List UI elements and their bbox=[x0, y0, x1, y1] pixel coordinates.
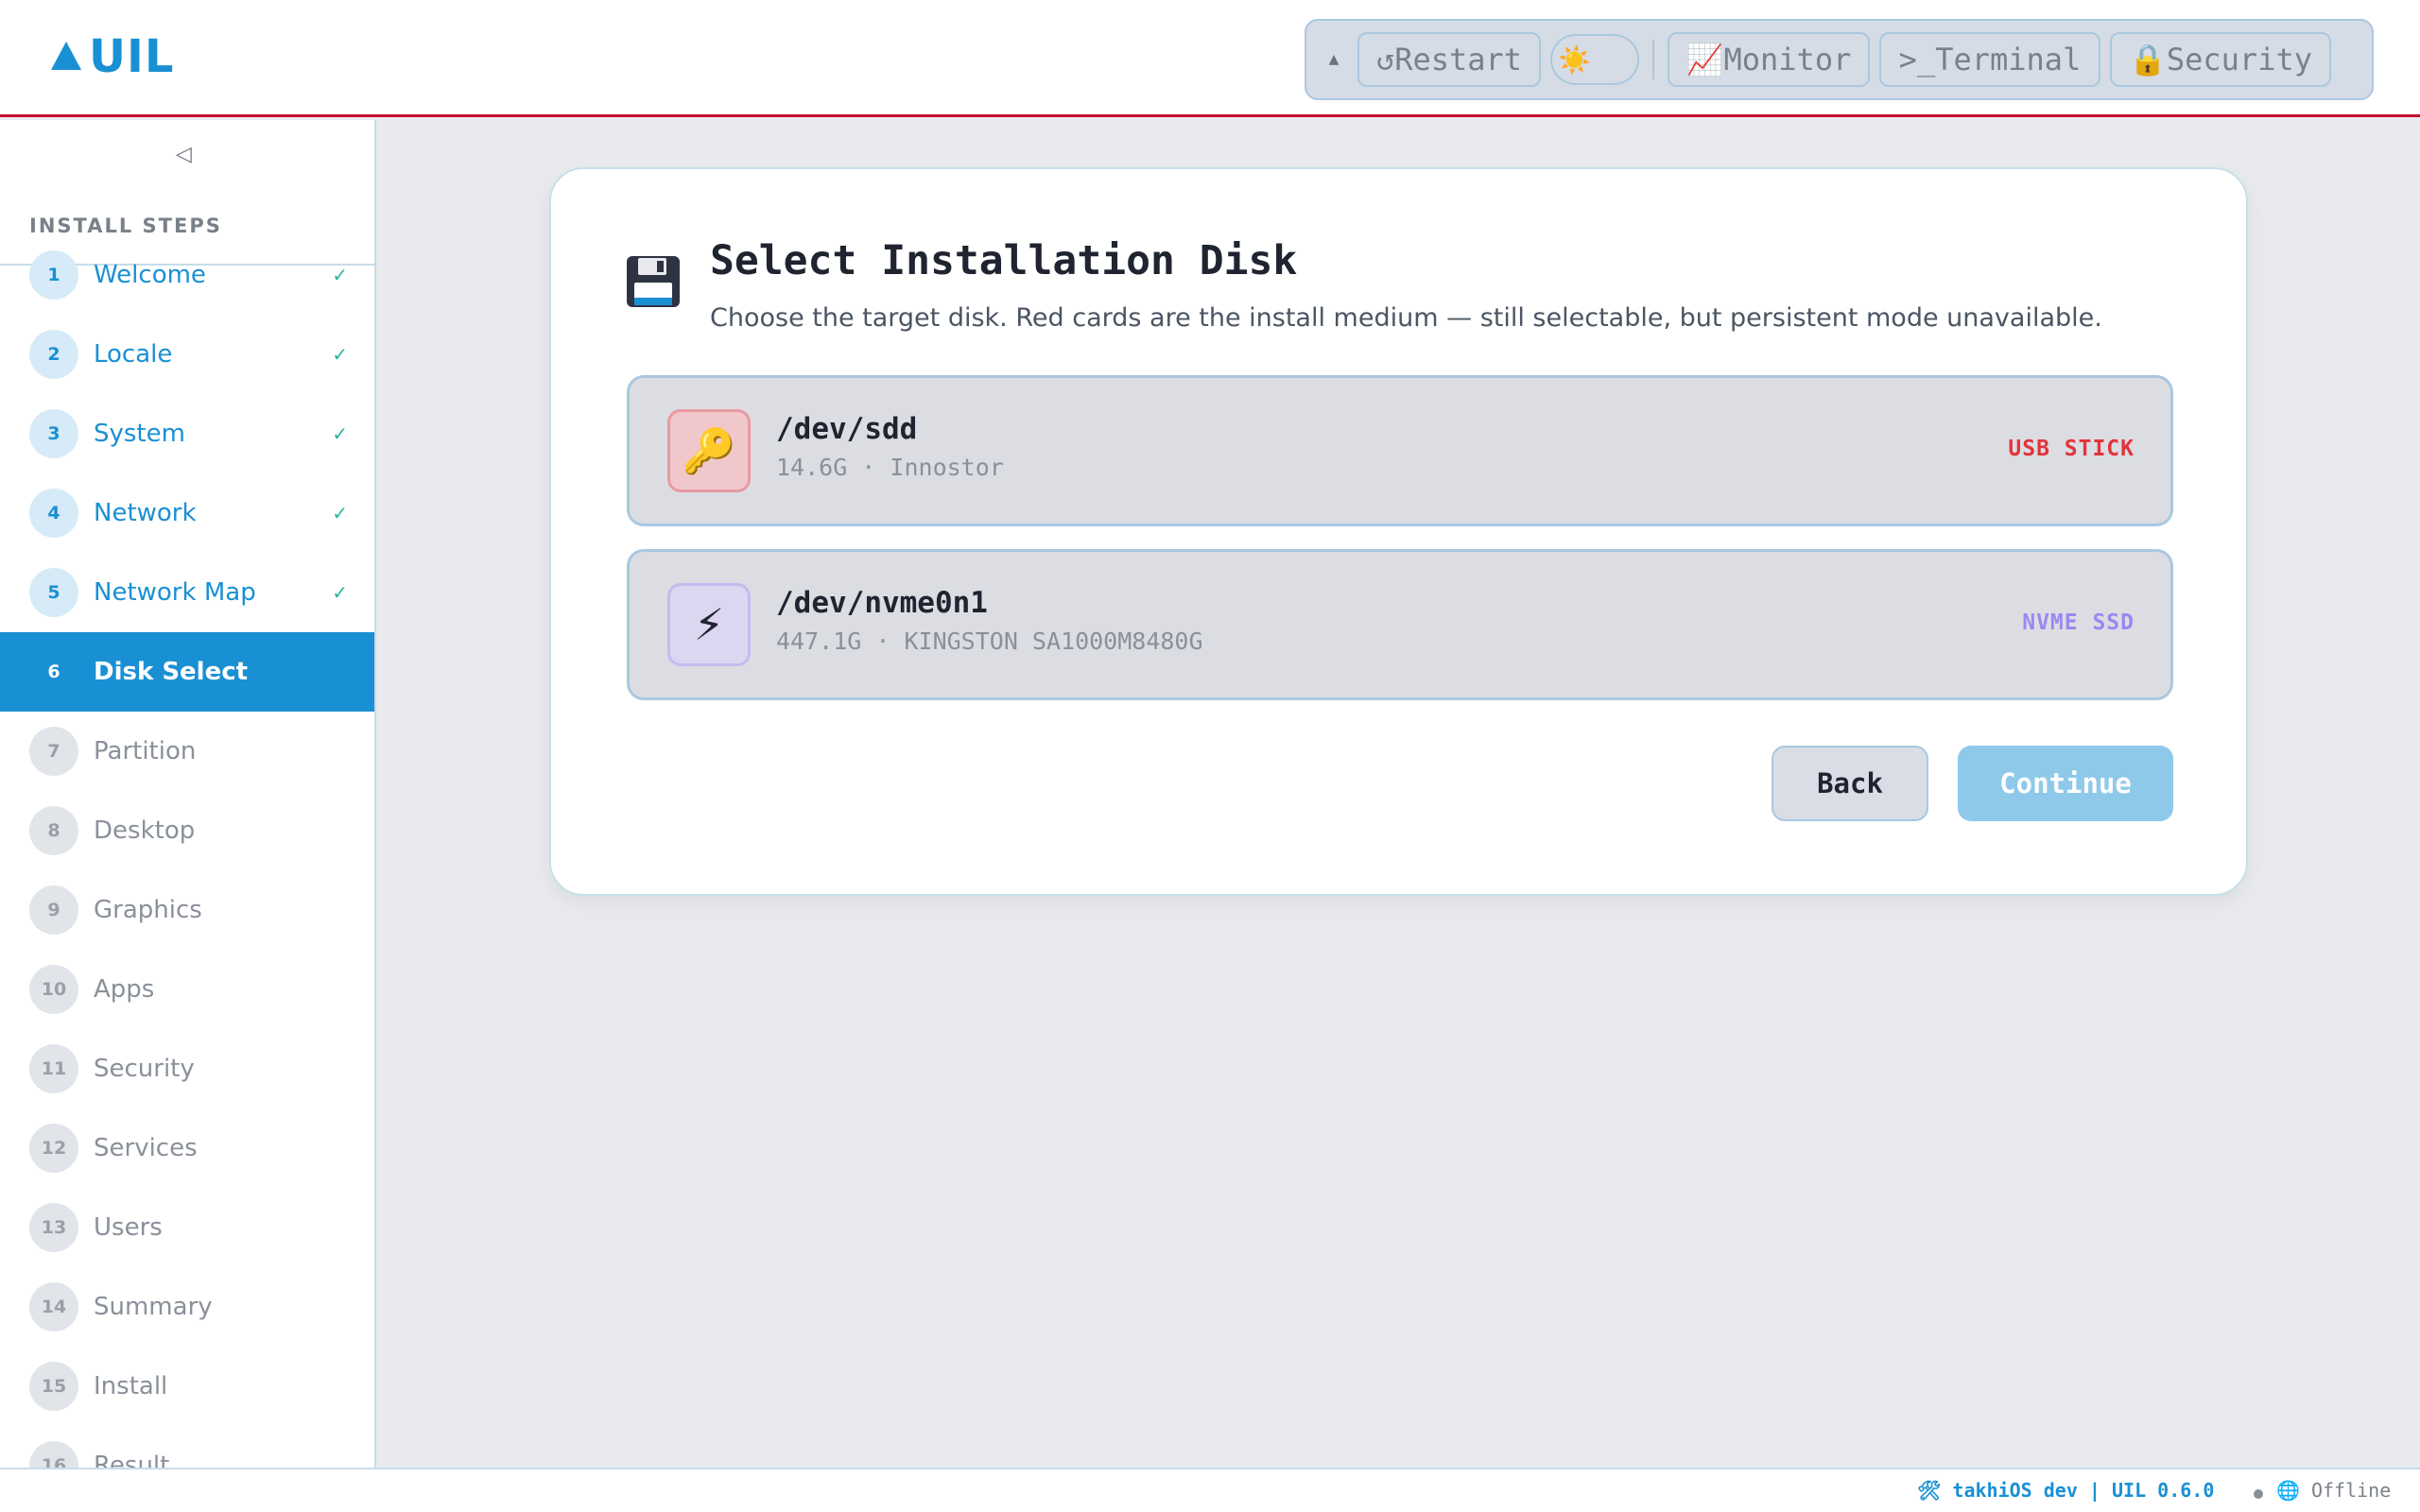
disk-name: /dev/nvme0n1 bbox=[776, 586, 988, 620]
terminal-button[interactable]: >_Terminal bbox=[1879, 32, 2100, 87]
toolbar-collapse-icon[interactable]: ▲ bbox=[1320, 52, 1348, 67]
step-done-check-icon: ✓ bbox=[332, 502, 348, 524]
connection-status-dot-icon bbox=[2254, 1489, 2263, 1499]
sidebar-step-welcome[interactable]: 1 Welcome ✓ bbox=[0, 235, 374, 315]
connection-status: 🌐 Offline bbox=[2276, 1479, 2392, 1502]
disk-meta: 447.1G · KINGSTON SA1000M8480G bbox=[776, 627, 1203, 655]
step-number: 2 bbox=[29, 330, 78, 379]
step-number: 14 bbox=[29, 1282, 78, 1332]
footer-brand: 🛠 takhiOS dev | UIL 0.6.0 bbox=[1917, 1479, 2215, 1502]
security-button[interactable]: 🔒Security bbox=[2110, 32, 2331, 87]
step-label: Apps bbox=[94, 975, 155, 1004]
step-label: Graphics bbox=[94, 896, 202, 924]
restart-button[interactable]: ↺Restart bbox=[1357, 32, 1541, 87]
page-subtitle: Choose the target disk. Red cards are th… bbox=[710, 303, 2102, 333]
step-number: 6 bbox=[47, 662, 60, 682]
continue-button[interactable]: Continue bbox=[1958, 746, 2173, 821]
disk-card[interactable]: ⚡ /dev/nvme0n1 447.1G · KINGSTON SA1000M84… bbox=[627, 549, 2173, 700]
step-number: 9 bbox=[29, 885, 78, 935]
step-label: Result bbox=[94, 1452, 170, 1468]
step-number: 12 bbox=[29, 1124, 78, 1173]
sidebar-step-partition[interactable]: 7 Partition bbox=[0, 712, 374, 791]
step-done-check-icon: ✓ bbox=[332, 264, 348, 286]
steps-sidebar: ◁ INSTALL STEPS 1 Welcome ✓ 2 Locale ✓ 3 System… bbox=[0, 120, 376, 1468]
sidebar-step-install[interactable]: 15 Install bbox=[0, 1347, 374, 1426]
step-done-check-icon: ✓ bbox=[332, 581, 348, 604]
sidebar-step-security[interactable]: 11 Security bbox=[0, 1029, 374, 1108]
disk-type-badge: USB STICK bbox=[2008, 437, 2135, 461]
step-number: 13 bbox=[29, 1203, 78, 1252]
step-label: Disk Select bbox=[94, 658, 249, 686]
lightning-icon: ⚡ bbox=[667, 583, 751, 666]
sidebar-step-system[interactable]: 3 System ✓ bbox=[0, 394, 374, 473]
sidebar-step-network[interactable]: 4 Network ✓ bbox=[0, 473, 374, 553]
back-button[interactable]: Back bbox=[1772, 746, 1928, 821]
floppy-disk-icon bbox=[627, 256, 680, 307]
step-number: 5 bbox=[29, 568, 78, 617]
step-label: Install bbox=[94, 1372, 168, 1400]
top-header: UIL ▲ ↺Restart ☀️ 📈Monitor >_Terminal 🔒S… bbox=[0, 0, 2420, 117]
step-number: 16 bbox=[29, 1441, 78, 1468]
collapse-sidebar-icon[interactable]: ◁ bbox=[176, 143, 192, 166]
monitor-button[interactable]: 📈Monitor bbox=[1668, 32, 1870, 87]
disk-card[interactable]: 🔑 /dev/sdd 14.6G · Innostor USB STICK bbox=[627, 375, 2173, 526]
disk-meta: 14.6G · Innostor bbox=[776, 454, 1004, 481]
theme-toggle[interactable]: ☀️ bbox=[1550, 34, 1639, 85]
logo-triangle-icon bbox=[51, 42, 81, 70]
step-number: 1 bbox=[29, 250, 78, 300]
sidebar-step-desktop[interactable]: 8 Desktop bbox=[0, 791, 374, 870]
header-toolbar: ▲ ↺Restart ☀️ 📈Monitor >_Terminal 🔒Secur… bbox=[1305, 19, 2374, 100]
step-number: 7 bbox=[29, 727, 78, 776]
sidebar-step-users[interactable]: 13 Users bbox=[0, 1188, 374, 1267]
app-logo: UIL bbox=[51, 26, 174, 87]
step-label: Services bbox=[94, 1134, 198, 1162]
disk-name: /dev/sdd bbox=[776, 412, 918, 446]
step-number: 8 bbox=[29, 806, 78, 855]
page-title: Select Installation Disk bbox=[710, 237, 1298, 284]
step-number: 3 bbox=[29, 409, 78, 458]
step-label: Network Map bbox=[94, 578, 256, 607]
sidebar-step-locale[interactable]: 2 Locale ✓ bbox=[0, 315, 374, 394]
step-label: System bbox=[94, 420, 185, 448]
sidebar-step-graphics[interactable]: 9 Graphics bbox=[0, 870, 374, 950]
step-label: Users bbox=[94, 1213, 163, 1242]
step-label: Locale bbox=[94, 340, 173, 369]
sidebar-step-result[interactable]: 16 Result bbox=[0, 1426, 374, 1468]
sun-icon: ☀️ bbox=[1558, 43, 1591, 76]
sidebar-step-disk-select[interactable]: 6 Disk Select bbox=[0, 632, 374, 712]
step-label: Security bbox=[94, 1055, 195, 1083]
step-label: Network bbox=[94, 499, 197, 527]
sidebar-step-services[interactable]: 12 Services bbox=[0, 1108, 374, 1188]
step-label: Welcome bbox=[94, 261, 206, 289]
sidebar-step-network-map[interactable]: 5 Network Map ✓ bbox=[0, 553, 374, 632]
disk-type-badge: NVME SSD bbox=[2022, 610, 2135, 635]
toolbar-divider bbox=[1652, 40, 1654, 79]
step-label: Desktop bbox=[94, 816, 196, 845]
step-done-check-icon: ✓ bbox=[332, 343, 348, 366]
step-label: Partition bbox=[94, 737, 197, 765]
status-footer: 🛠 takhiOS dev | UIL 0.6.0 🌐 Offline bbox=[0, 1468, 2420, 1512]
steps-title: INSTALL STEPS bbox=[29, 215, 222, 237]
step-number: 11 bbox=[29, 1044, 78, 1093]
sidebar-step-summary[interactable]: 14 Summary bbox=[0, 1267, 374, 1347]
step-label: Summary bbox=[94, 1293, 213, 1321]
step-number: 10 bbox=[29, 965, 78, 1014]
logo-text: UIL bbox=[89, 30, 175, 83]
key-icon: 🔑 bbox=[667, 409, 751, 492]
step-number: 15 bbox=[29, 1362, 78, 1411]
step-done-check-icon: ✓ bbox=[332, 422, 348, 445]
sidebar-step-apps[interactable]: 10 Apps bbox=[0, 950, 374, 1029]
disk-select-card: Select Installation Disk Choose the targ… bbox=[549, 167, 2248, 896]
step-number: 4 bbox=[29, 489, 78, 538]
